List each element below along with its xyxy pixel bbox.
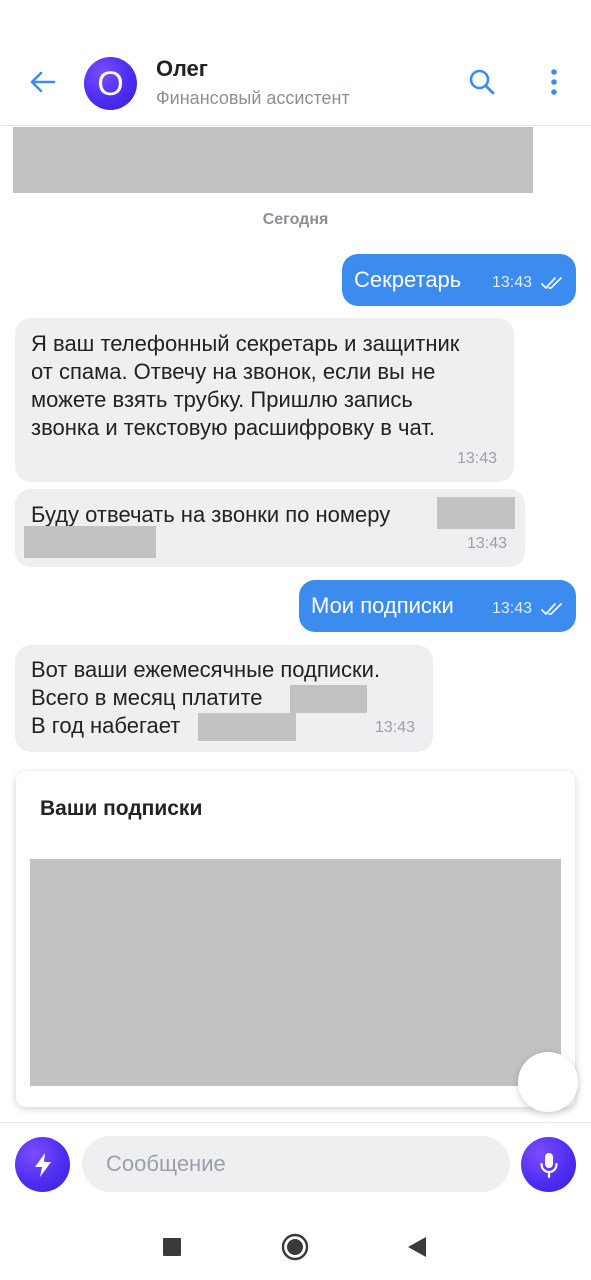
microphone-icon [539, 1152, 558, 1178]
more-button[interactable] [536, 62, 572, 102]
message-time: 13:43 [457, 450, 498, 467]
redacted-subscriptions-list [30, 859, 561, 1086]
message-input[interactable] [82, 1136, 510, 1192]
message-time: 13:43 [467, 535, 508, 552]
read-ticks-icon [541, 603, 562, 615]
message-composer [0, 1122, 591, 1210]
square-icon [163, 1238, 181, 1256]
quick-actions-button[interactable] [15, 1137, 70, 1192]
system-back-button[interactable] [400, 1230, 434, 1264]
message-line: от спама. Отвечу на звонок, если вы не [31, 359, 436, 384]
message-line: Буду отвечать на звонки по номеру [31, 502, 391, 527]
message-time: 13:43 [375, 719, 416, 736]
message-line: Всего в месяц платите [31, 685, 263, 710]
incoming-message[interactable]: Буду отвечать на звонки по номеру 13:43 [15, 489, 525, 567]
system-navigation-bar [0, 1210, 591, 1280]
back-button[interactable] [22, 62, 62, 102]
redacted-phone-number [437, 497, 515, 529]
circle-icon [281, 1233, 309, 1261]
subscriptions-card[interactable]: Ваши подписки [16, 771, 575, 1107]
date-separator: Сегодня [262, 211, 329, 228]
search-icon [469, 69, 495, 95]
bolt-icon [34, 1152, 51, 1177]
message-line: звонка и текстовую расшифровку в чат. [31, 415, 436, 440]
voice-message-button[interactable] [521, 1137, 576, 1192]
arrow-left-icon [30, 71, 56, 93]
redacted-yearly-amount [198, 713, 296, 741]
message-line: Вот ваши ежемесячные подписки. [31, 657, 381, 682]
avatar-letter: О [97, 64, 124, 103]
chat-header: О Олег Финансовый ассистент [0, 0, 591, 126]
recents-button[interactable] [155, 1230, 189, 1264]
home-button[interactable] [278, 1230, 312, 1264]
redacted-monthly-amount [290, 685, 367, 713]
message-line: В год набегает [31, 713, 181, 738]
more-vertical-icon [551, 69, 557, 95]
outgoing-message[interactable]: Мои подписки 13:43 [299, 580, 576, 632]
scroll-down-button[interactable] [518, 1052, 578, 1112]
message-text: Мои подписки [311, 593, 454, 618]
read-ticks-icon [541, 277, 562, 289]
outgoing-message[interactable]: Секретарь 13:43 [342, 254, 576, 306]
redacted-phone-number-cont [24, 526, 156, 558]
incoming-message[interactable]: Вот ваши ежемесячные подписки. Всего в м… [15, 645, 433, 752]
incoming-message[interactable]: Я ваш телефонный секретарь и защитник от… [15, 318, 514, 482]
avatar[interactable]: О [84, 57, 137, 110]
contact-name[interactable]: Олег [156, 56, 208, 82]
triangle-back-icon [408, 1237, 426, 1257]
message-time: 13:43 [492, 600, 533, 617]
message-text: Секретарь [354, 267, 462, 292]
redacted-previous-message [13, 127, 533, 193]
message-line: можете взять трубку. Пришлю запись [31, 387, 413, 412]
message-line: Я ваш телефонный секретарь и защитник [31, 331, 460, 356]
contact-subtitle: Финансовый ассистент [156, 88, 350, 108]
message-time: 13:43 [492, 274, 533, 291]
search-button[interactable] [462, 62, 502, 102]
card-title: Ваши подписки [40, 797, 203, 820]
